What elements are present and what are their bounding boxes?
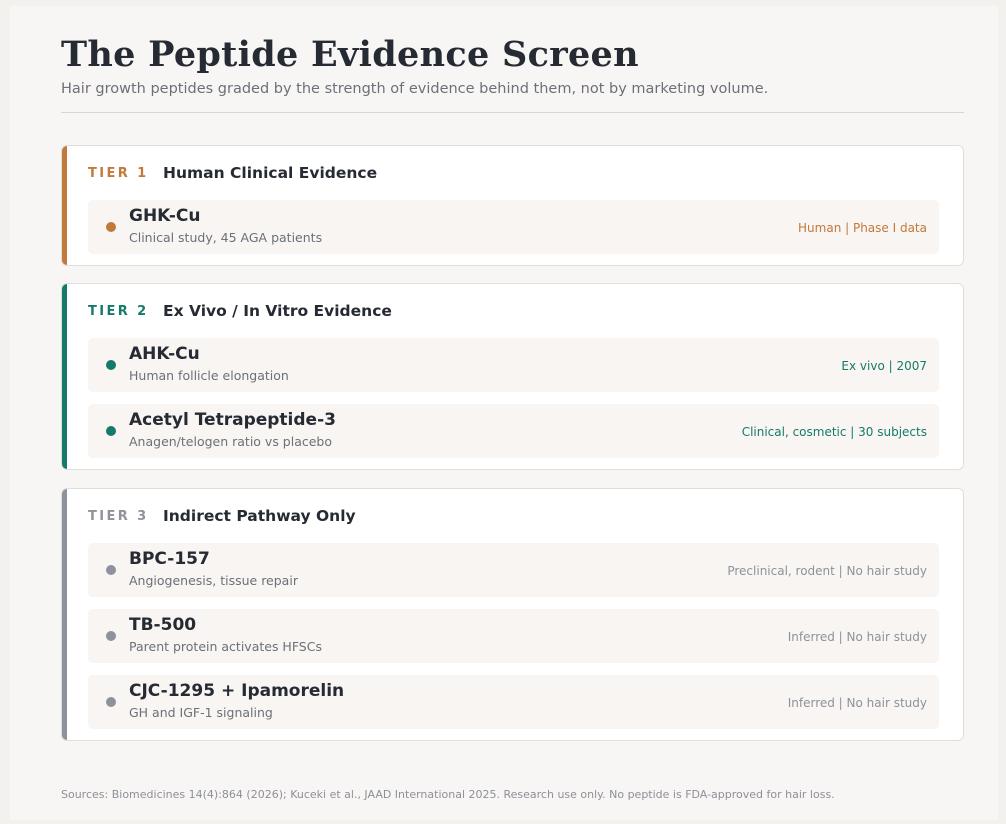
evidence-tag: Ex vivo | 2007 [841, 359, 927, 373]
peptide-row-cjc-1295-ipamorelin: CJC-1295 + Ipamorelin GH and IGF-1 signa… [88, 675, 939, 729]
tier-2-label: TIER 2 [88, 303, 149, 319]
peptide-description: Human follicle elongation [129, 368, 289, 383]
peptide-name: GHK-Cu [129, 206, 201, 226]
header-divider [61, 112, 964, 113]
page-subtitle: Hair growth peptides graded by the stren… [61, 81, 769, 97]
tier-2-accent-bar [62, 284, 67, 469]
peptide-name: TB-500 [129, 615, 197, 635]
peptide-name: CJC-1295 + Ipamorelin [129, 681, 345, 701]
tier-1-card: TIER 1 Human Clinical Evidence GHK-Cu Cl… [61, 145, 964, 266]
peptide-description: Clinical study, 45 AGA patients [129, 230, 323, 245]
peptide-row-tb-500: TB-500 Parent protein activates HFSCs In… [88, 609, 939, 663]
tier-1-header: TIER 1 Human Clinical Evidence [88, 164, 377, 182]
peptide-row-acetyl-tetrapeptide-3: Acetyl Tetrapeptide-3 Anagen/telogen rat… [88, 404, 939, 458]
peptide-description: Parent protein activates HFSCs [129, 639, 322, 654]
sources-footnote: Sources: Biomedicines 14(4):864 (2026); … [61, 788, 835, 801]
peptide-name: AHK-Cu [129, 344, 200, 364]
peptide-name: BPC-157 [129, 549, 210, 569]
tier-2-header: TIER 2 Ex Vivo / In Vitro Evidence [88, 302, 392, 320]
peptide-row-bpc-157: BPC-157 Angiogenesis, tissue repair Prec… [88, 543, 939, 597]
peptide-description: Anagen/telogen ratio vs placebo [129, 434, 333, 449]
evidence-tag: Inferred | No hair study [787, 696, 927, 710]
tier-1-accent-bar [62, 146, 67, 265]
tier-2-name: Ex Vivo / In Vitro Evidence [163, 302, 392, 320]
evidence-tag: Clinical, cosmetic | 30 subjects [741, 425, 927, 439]
tier-1-label: TIER 1 [88, 165, 149, 181]
evidence-tag: Human | Phase I data [798, 221, 927, 235]
evidence-tag: Preclinical, rodent | No hair study [727, 564, 927, 578]
tier-3-label: TIER 3 [88, 508, 149, 524]
peptide-name: Acetyl Tetrapeptide-3 [129, 410, 336, 430]
tier-2-card: TIER 2 Ex Vivo / In Vitro Evidence AHK-C… [61, 283, 964, 470]
peptide-row-ghk-cu: GHK-Cu Clinical study, 45 AGA patients H… [88, 200, 939, 254]
peptide-description: Angiogenesis, tissue repair [129, 573, 298, 588]
evidence-tag: Inferred | No hair study [787, 630, 927, 644]
peptide-description: GH and IGF-1 signaling [129, 705, 273, 720]
tier-2-dot-icon [106, 426, 116, 436]
tier-3-dot-icon [106, 631, 116, 641]
tier-1-dot-icon [106, 222, 116, 232]
tier-1-name: Human Clinical Evidence [163, 164, 378, 182]
peptide-row-ahk-cu: AHK-Cu Human follicle elongation Ex vivo… [88, 338, 939, 392]
tier-2-dot-icon [106, 360, 116, 370]
tier-3-card: TIER 3 Indirect Pathway Only BPC-157 Ang… [61, 488, 964, 741]
tier-3-dot-icon [106, 697, 116, 707]
tier-3-header: TIER 3 Indirect Pathway Only [88, 507, 356, 525]
page-title: The Peptide Evidence Screen [61, 34, 639, 75]
tier-3-accent-bar [62, 489, 67, 740]
page: The Peptide Evidence Screen Hair growth … [10, 6, 998, 820]
tier-3-dot-icon [106, 565, 116, 575]
tier-3-name: Indirect Pathway Only [163, 507, 356, 525]
